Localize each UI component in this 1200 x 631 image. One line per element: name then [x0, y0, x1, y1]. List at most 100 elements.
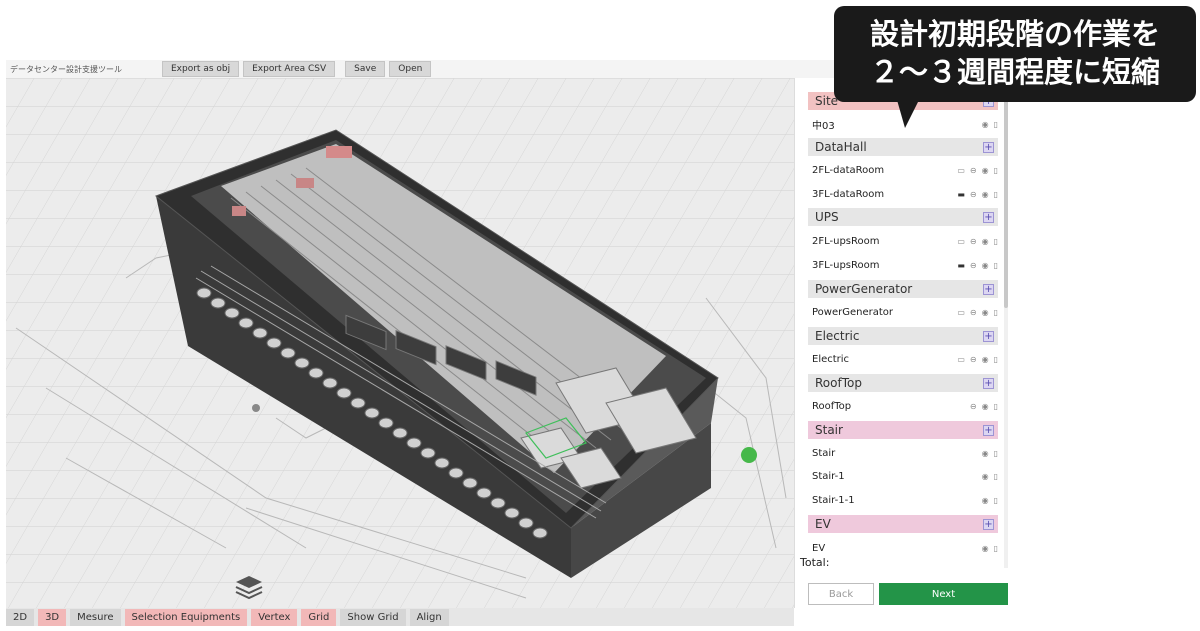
align-button[interactable]: Align	[409, 608, 449, 626]
list-item-rooftop[interactable]: RoofTop ⊖ ◉ ▯	[812, 398, 998, 414]
section-electric-label: Electric	[815, 329, 860, 343]
eye-icon[interactable]: ◉	[982, 308, 989, 317]
section-stair-label: Stair	[815, 423, 843, 437]
section-rooftop-label: RoofTop	[815, 376, 862, 390]
link-icon[interactable]: ⊖	[970, 261, 977, 270]
list-item-stair[interactable]: Stair ◉ ▯	[812, 445, 998, 461]
scrollbar-thumb[interactable]	[1004, 88, 1008, 308]
view-3d-button[interactable]: 3D	[38, 608, 67, 626]
trash-icon[interactable]: ▯	[994, 237, 998, 246]
add-stair-button[interactable]: +	[983, 424, 994, 436]
eye-icon[interactable]: ◉	[982, 496, 989, 505]
add-ev-button[interactable]: +	[983, 518, 994, 530]
trash-icon[interactable]: ▯	[994, 355, 998, 364]
list-item-ev[interactable]: EV ◉ ▯	[812, 540, 998, 556]
list-item-ups[interactable]: 3FL-upsRoom ▬ ⊖ ◉ ▯	[812, 257, 998, 273]
item-label: PowerGenerator	[812, 306, 894, 318]
add-datahall-button[interactable]: +	[983, 141, 994, 153]
layers-icon[interactable]	[234, 574, 264, 602]
eye-icon[interactable]: ◉	[982, 472, 989, 481]
list-item-stair[interactable]: Stair-1 ◉ ▯	[812, 468, 998, 484]
trash-icon[interactable]: ▯	[994, 449, 998, 458]
car-icon[interactable]: ▭	[957, 308, 965, 317]
next-button[interactable]: Next	[879, 583, 1008, 605]
section-powergenerator-label: PowerGenerator	[815, 282, 913, 296]
link-icon[interactable]: ⊖	[970, 190, 977, 199]
item-label: Stair-1-1	[812, 494, 855, 506]
grid-button[interactable]: Grid	[301, 608, 337, 626]
trash-icon[interactable]: ▯	[994, 472, 998, 481]
export-area-csv-button[interactable]: Export Area CSV	[243, 61, 336, 77]
link-icon[interactable]: ⊖	[970, 355, 977, 364]
list-item-stair[interactable]: Stair-1-1 ◉ ▯	[812, 492, 998, 508]
item-label: 中03	[812, 120, 835, 132]
trash-icon[interactable]: ▯	[994, 261, 998, 270]
car-icon[interactable]: ▬	[957, 261, 965, 270]
list-item-datahall[interactable]: 2FL-dataRoom ▭ ⊖ ◉ ▯	[812, 162, 998, 178]
car-icon[interactable]: ▭	[957, 166, 965, 175]
callout-line-1: 設計初期段階の作業を	[869, 17, 1160, 51]
export-obj-button[interactable]: Export as obj	[162, 61, 240, 77]
app-window: データセンター設計支援ツール Export as obj Export Area…	[0, 0, 1200, 631]
mesure-button[interactable]: Mesure	[70, 608, 121, 626]
list-item-electric[interactable]: Electric ▭ ⊖ ◉ ▯	[812, 351, 998, 367]
trash-icon[interactable]: ▯	[994, 120, 998, 129]
section-datahall[interactable]: DataHall +	[808, 138, 998, 156]
open-button[interactable]: Open	[389, 61, 432, 77]
eye-icon[interactable]: ◉	[982, 402, 989, 411]
3d-viewport[interactable]	[6, 78, 794, 608]
eye-icon[interactable]: ◉	[982, 237, 989, 246]
green-marker[interactable]	[741, 447, 757, 463]
eye-icon[interactable]: ◉	[982, 544, 989, 553]
panel-scrollbar[interactable]	[1004, 88, 1008, 568]
trash-icon[interactable]: ▯	[994, 544, 998, 553]
eye-icon[interactable]: ◉	[982, 449, 989, 458]
item-label: 2FL-dataRoom	[812, 164, 885, 176]
eye-icon[interactable]: ◉	[982, 120, 989, 129]
car-icon[interactable]: ▭	[957, 237, 965, 246]
add-rooftop-button[interactable]: +	[983, 377, 994, 389]
add-electric-button[interactable]: +	[983, 330, 994, 342]
list-item-powergenerator[interactable]: PowerGenerator ▭ ⊖ ◉ ▯	[812, 304, 998, 320]
item-label: Stair-1	[812, 470, 845, 482]
section-powergenerator[interactable]: PowerGenerator +	[808, 280, 998, 298]
trash-icon[interactable]: ▯	[994, 402, 998, 411]
view-2d-button[interactable]: 2D	[6, 608, 35, 626]
link-icon[interactable]: ⊖	[970, 166, 977, 175]
eye-icon[interactable]: ◉	[982, 190, 989, 199]
save-button[interactable]: Save	[345, 61, 386, 77]
item-label: Electric	[812, 353, 850, 365]
building-3d-model	[6, 78, 794, 608]
total-label: Total:	[800, 556, 830, 569]
show-grid-button[interactable]: Show Grid	[340, 608, 406, 626]
section-ups[interactable]: UPS +	[808, 208, 998, 226]
item-label: 3FL-dataRoom	[812, 188, 885, 200]
section-datahall-label: DataHall	[815, 140, 867, 154]
eye-icon[interactable]: ◉	[982, 261, 989, 270]
add-powergenerator-button[interactable]: +	[983, 283, 994, 295]
section-ev[interactable]: EV +	[808, 515, 998, 533]
section-electric[interactable]: Electric +	[808, 327, 998, 345]
link-icon[interactable]: ⊖	[970, 237, 977, 246]
link-icon[interactable]: ⊖	[970, 402, 977, 411]
section-stair[interactable]: Stair +	[808, 421, 998, 439]
section-ev-label: EV	[815, 517, 831, 531]
selection-equipments-button[interactable]: Selection Equipments	[124, 608, 248, 626]
list-item-datahall[interactable]: 3FL-dataRoom ▬ ⊖ ◉ ▯	[812, 186, 998, 202]
trash-icon[interactable]: ▯	[994, 308, 998, 317]
back-button[interactable]: Back	[808, 583, 874, 605]
add-ups-button[interactable]: +	[983, 211, 994, 223]
eye-icon[interactable]: ◉	[982, 355, 989, 364]
trash-icon[interactable]: ▯	[994, 190, 998, 199]
section-rooftop[interactable]: RoofTop +	[808, 374, 998, 392]
list-item-ups[interactable]: 2FL-upsRoom ▭ ⊖ ◉ ▯	[812, 233, 998, 249]
trash-icon[interactable]: ▯	[994, 496, 998, 505]
eye-icon[interactable]: ◉	[982, 166, 989, 175]
bottom-toolbar: 2D 3D Mesure Selection Equipments Vertex…	[6, 608, 794, 626]
car-icon[interactable]: ▭	[957, 355, 965, 364]
car-icon[interactable]: ▬	[957, 190, 965, 199]
component-panel: Site + 中03 ◉▯ DataHall + 2FL-dataRoom ▭⊖…	[794, 78, 1011, 608]
vertex-button[interactable]: Vertex	[251, 608, 298, 626]
link-icon[interactable]: ⊖	[970, 308, 977, 317]
trash-icon[interactable]: ▯	[994, 166, 998, 175]
